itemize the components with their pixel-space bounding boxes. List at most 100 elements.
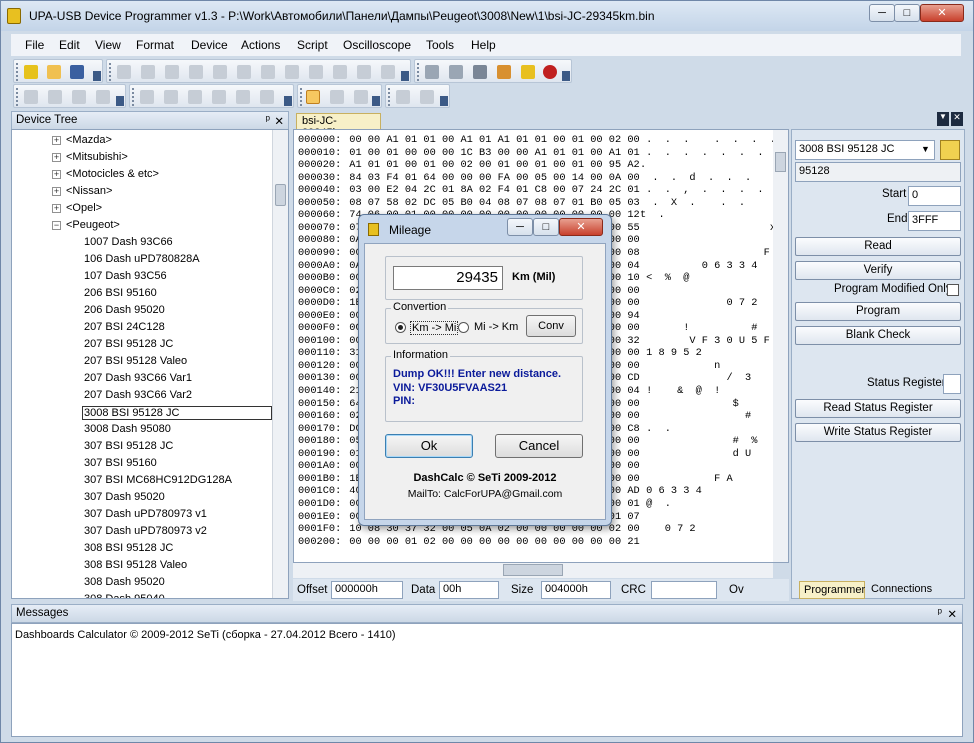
swap-icon[interactable] <box>357 65 371 79</box>
find-next-icon[interactable] <box>285 65 299 79</box>
hex-ascii[interactable]: 0 6 3 3 4 <box>640 260 758 272</box>
tree-item[interactable]: 106 Dash uPD780828A <box>84 253 200 265</box>
hex-ascii[interactable]: $ <box>640 398 739 410</box>
menu-device[interactable]: Device <box>191 38 228 52</box>
tree-group-motocicles[interactable]: <Motocicles & etc> <box>66 168 159 180</box>
hex-ascii[interactable]: . . , . . . . $ , <box>640 184 788 196</box>
tree-item[interactable]: 207 BSI 95128 Valeo <box>84 355 187 367</box>
tree-item[interactable]: 307 BSI 95160 <box>84 457 157 469</box>
pin-icon[interactable]: ᵖ <box>266 114 270 126</box>
hex-bytes[interactable]: 00 00 A1 01 01 00 A1 01 A1 01 01 00 01 0… <box>349 134 639 146</box>
menu-help[interactable]: Help <box>471 38 496 52</box>
size-field[interactable]: 004000h <box>541 581 611 599</box>
tab-close-icon[interactable]: ✕ <box>951 112 963 126</box>
ok-button[interactable]: Ok <box>385 434 473 458</box>
tree-item[interactable]: 3008 Dash 95080 <box>84 423 171 435</box>
scroll-thumb[interactable] <box>275 184 286 206</box>
delete-icon[interactable] <box>237 65 251 79</box>
select-all-icon[interactable] <box>309 65 323 79</box>
scroll-thumb[interactable] <box>775 152 786 172</box>
hex-ascii[interactable]: d U <box>640 448 752 460</box>
fill-icon[interactable] <box>333 65 347 79</box>
stop-icon[interactable] <box>420 90 434 104</box>
expand-icon[interactable]: + <box>52 170 61 179</box>
hex-ascii[interactable]: . . . . . . . . . . . <box>640 134 788 146</box>
script-icon[interactable] <box>521 65 535 79</box>
calculator-icon[interactable] <box>497 65 511 79</box>
read-status-register-button[interactable]: Read Status Register <box>795 399 961 418</box>
write-status-register-button[interactable]: Write Status Register <box>795 423 961 442</box>
grid-icon[interactable] <box>473 65 487 79</box>
scroll-thumb[interactable] <box>503 564 563 576</box>
tree-item[interactable]: 207 Dash 93C66 Var1 <box>84 372 192 384</box>
hex-scrollbar[interactable] <box>773 130 788 562</box>
open-icon[interactable] <box>47 65 61 79</box>
menu-tools[interactable]: Tools <box>426 38 454 52</box>
hex-ascii[interactable]: F A <box>640 473 733 485</box>
hex-row[interactable]: 000050: 08 07 58 02 DC 05 B0 04 08 07 08 … <box>298 197 745 209</box>
tree-group-peugeot[interactable]: <Peugeot> <box>66 219 120 231</box>
end-input[interactable]: 3FFF <box>908 211 961 231</box>
hex-ascii[interactable]: 0 6 3 3 4 <box>640 485 702 497</box>
program-modified-checkbox[interactable] <box>947 284 959 296</box>
chip-read-icon[interactable] <box>449 65 463 79</box>
hex-ascii[interactable]: ! # <box>640 322 757 334</box>
hex-ascii[interactable]: F A <box>640 247 783 259</box>
tree-group-mazda[interactable]: <Mazda> <box>66 134 112 146</box>
tree-item[interactable]: 207 Dash 93C66 Var2 <box>84 389 192 401</box>
hex-bytes[interactable]: 08 07 58 02 DC 05 B0 04 08 07 08 07 01 B… <box>349 197 639 209</box>
minimize-button[interactable]: ─ <box>869 4 895 22</box>
hex-ascii[interactable]: @ . <box>640 498 671 510</box>
km-to-mi-radio[interactable] <box>395 322 406 333</box>
tab-menu-icon[interactable]: ▼ <box>937 112 949 126</box>
tree-item[interactable]: 307 Dash 95020 <box>84 491 165 503</box>
new-icon[interactable] <box>24 65 38 79</box>
tree-item[interactable]: 1007 Dash 93C66 <box>84 236 173 248</box>
hex-bytes[interactable]: 00 00 00 01 02 00 00 00 00 00 00 00 00 0… <box>349 536 639 548</box>
zoom-fit-icon[interactable] <box>72 90 86 104</box>
tree-item[interactable]: 307 BSI 95128 JC <box>84 440 173 452</box>
menu-actions[interactable]: Actions <box>241 38 280 52</box>
italic-icon[interactable] <box>164 90 178 104</box>
close-icon[interactable]: ✕ <box>947 607 957 621</box>
tree-item[interactable]: 308 Dash 95020 <box>84 576 165 588</box>
hex-ascii[interactable]: / 3 <box>640 372 752 384</box>
open-folder-icon[interactable] <box>940 140 960 160</box>
zoom-select-icon[interactable] <box>330 90 344 104</box>
find-icon[interactable] <box>261 65 275 79</box>
refresh-icon[interactable] <box>381 65 395 79</box>
tree-item[interactable]: 207 BSI 95128 JC <box>84 338 173 350</box>
hex-ascii[interactable]: t . <box>640 209 665 221</box>
mi-to-km-radio[interactable] <box>458 322 469 333</box>
tab-connections[interactable]: Connections <box>867 581 957 599</box>
hex-ascii[interactable]: # <box>640 410 751 422</box>
zoom-in-icon[interactable] <box>24 90 38 104</box>
paste-icon[interactable] <box>213 65 227 79</box>
hex-ascii[interactable]: 1 8 9 5 2 <box>640 347 702 359</box>
zoom-out-icon[interactable] <box>48 90 62 104</box>
tree-item[interactable]: 3008 BSI 95128 JC <box>82 406 272 420</box>
tree-item[interactable]: 308 Dash 95040 <box>84 593 165 598</box>
underline-icon[interactable] <box>188 90 202 104</box>
hex-ascii[interactable]: . . <box>640 423 671 435</box>
status-register-field[interactable] <box>943 374 961 394</box>
hex-ascii[interactable]: . <box>640 159 646 171</box>
tree-item[interactable]: 307 Dash uPD780973 v1 <box>84 508 207 520</box>
chevron-down-icon[interactable]: ▼ <box>921 144 930 154</box>
collapse-icon[interactable]: − <box>52 221 61 230</box>
tree-item[interactable]: 107 Dash 93C56 <box>84 270 167 282</box>
save-icon[interactable] <box>70 65 84 79</box>
pan-icon[interactable] <box>354 90 368 104</box>
program-button[interactable]: Program <box>795 302 961 321</box>
tree-group-mitsubishi[interactable]: <Mitsubishi> <box>66 151 128 163</box>
expand-icon[interactable]: + <box>52 187 61 196</box>
menu-format[interactable]: Format <box>136 38 174 52</box>
hex-bytes[interactable]: 84 03 F4 01 64 00 00 00 FA 00 05 00 14 0… <box>349 172 639 184</box>
hex-bytes[interactable]: 03 00 E2 04 2C 01 8A 02 F4 01 C8 00 07 2… <box>349 184 639 196</box>
hex-ascii[interactable]: . . d . . . . . . <box>640 172 788 184</box>
hex-ascii[interactable]: 0 7 2 <box>640 523 696 535</box>
close-button[interactable]: ✕ <box>920 4 964 22</box>
close-icon[interactable]: ✕ <box>274 114 284 128</box>
menu-script[interactable]: Script <box>297 38 328 52</box>
tab-bsi-file[interactable]: bsi-JC-29345km <box>296 113 381 139</box>
